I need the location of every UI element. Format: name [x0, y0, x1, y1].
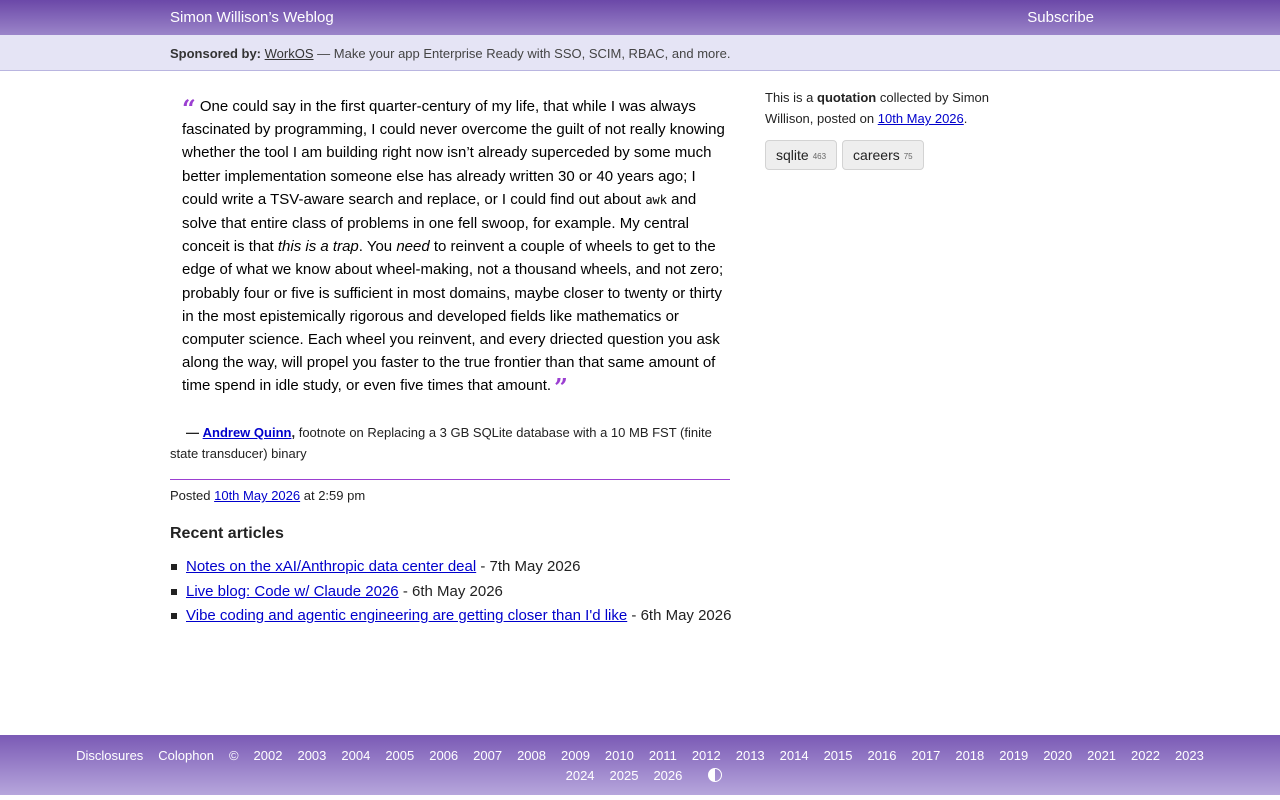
footer-link[interactable]: 2024 — [566, 768, 595, 783]
footer-link[interactable]: 2008 — [517, 748, 546, 763]
site-footer: Disclosures Colophon © 2002 2003 2004 2005 2006… — [0, 735, 1280, 795]
footer-link[interactable]: 2010 — [605, 748, 634, 763]
divider — [170, 479, 730, 480]
list-item: Live blog: Code w/ Claude 2026 - 6th May… — [171, 580, 734, 603]
tag-sqlite[interactable]: sqlite 463 — [765, 140, 838, 170]
footer-link[interactable]: 2021 — [1087, 748, 1116, 763]
site-header: Simon Willison’s Weblog Subscribe — [0, 0, 1280, 35]
footer-link[interactable]: 2022 — [1131, 748, 1160, 763]
sponsor-label: Sponsored by: — [170, 46, 262, 61]
sponsor-banner: Sponsored by: WorkOS — Make your app Ent… — [0, 35, 1280, 71]
citation-comma: , — [291, 425, 296, 440]
posted-line: Posted 10th May 2026 at 2:59 pm — [170, 488, 365, 503]
tag-list: sqlite 463 careers 75 — [765, 140, 929, 170]
meta-prefix: This is a — [765, 90, 814, 105]
footer-link[interactable]: © — [229, 748, 239, 763]
list-item: Notes on the xAI/Anthropic data center d… — [171, 555, 734, 578]
contrast-icon[interactable] — [707, 768, 722, 782]
posted-time: at 2:59 pm — [303, 488, 366, 503]
footer-link[interactable]: 2023 — [1175, 748, 1204, 763]
recent-article-date: - 6th May 2026 — [631, 607, 732, 624]
tag-careers[interactable]: careers 75 — [842, 140, 924, 170]
footer-link[interactable]: Colophon — [158, 748, 214, 763]
footer-link[interactable]: 2013 — [736, 748, 765, 763]
quote-code: awk — [645, 192, 668, 207]
citation-author-link[interactable]: Andrew Quinn — [203, 425, 292, 440]
footer-link[interactable]: 2004 — [341, 748, 370, 763]
sidebar-meta: This is a quotation collected by Simon W… — [765, 87, 1035, 129]
quotation: “One could say in the first quarter-cent… — [182, 94, 730, 400]
footer-link[interactable]: 2017 — [911, 748, 940, 763]
footer-link[interactable]: 2026 — [653, 768, 682, 783]
list-item: Vibe coding and agentic engineering are … — [171, 604, 734, 627]
recent-article-date: - 6th May 2026 — [402, 582, 503, 600]
recent-article-link[interactable]: Vibe coding and agentic engineering are … — [186, 607, 627, 624]
quote-text-4: to reinvent a couple of wheels to get to… — [182, 238, 724, 395]
footer-link[interactable]: 2012 — [692, 748, 721, 763]
citation-dash: — — [186, 425, 199, 440]
close-quote-icon: ” — [554, 373, 568, 403]
footer-link[interactable]: 2016 — [868, 748, 897, 763]
footer-link[interactable]: Disclosures — [76, 748, 143, 763]
meta-kind: quotation — [817, 90, 877, 105]
footer-link[interactable]: 2020 — [1043, 748, 1072, 763]
recent-articles-list: Notes on the xAI/Anthropic data center d… — [171, 555, 734, 629]
footer-links-row-2: 2024 2025 2026 — [0, 768, 1280, 783]
tag-count: 75 — [903, 152, 913, 161]
meta-suffix: . — [963, 111, 968, 126]
recent-article-date: - 7th May 2026 — [480, 558, 581, 575]
footer-links-row: Disclosures Colophon © 2002 2003 2004 2005 2006… — [0, 748, 1280, 763]
tag-name: sqlite — [776, 147, 809, 163]
subscribe-link[interactable]: Subscribe — [1027, 9, 1094, 26]
footer-link[interactable]: 2005 — [385, 748, 414, 763]
recent-article-link[interactable]: Live blog: Code w/ Claude 2026 — [186, 583, 399, 600]
tag-count: 463 — [812, 152, 827, 161]
footer-link[interactable]: 2009 — [561, 748, 590, 763]
tag-name: careers — [853, 147, 900, 163]
recent-article-link[interactable]: Notes on the xAI/Anthropic data center d… — [186, 558, 476, 575]
footer-link[interactable]: 2003 — [297, 748, 326, 763]
footer-link[interactable]: 2019 — [999, 748, 1028, 763]
footer-link[interactable]: 2018 — [955, 748, 984, 763]
footer-link[interactable]: 2006 — [429, 748, 458, 763]
posted-prefix: Posted — [170, 488, 211, 503]
quote-text-3: . You — [358, 238, 397, 256]
footer-link[interactable]: 2002 — [254, 748, 283, 763]
site-title-link[interactable]: Simon Willison’s Weblog — [170, 9, 334, 26]
posted-date-link[interactable]: 10th May 2026 — [214, 488, 300, 503]
quote-emphasis-1: this is a trap — [277, 238, 359, 256]
footer-link[interactable]: 2025 — [610, 768, 639, 783]
recent-articles-heading: Recent articles — [170, 525, 284, 542]
open-quote-icon: “ — [182, 94, 196, 123]
footer-link[interactable]: 2011 — [649, 748, 677, 763]
footer-link[interactable]: 2014 — [780, 748, 809, 763]
sponsor-text: — Make your app Enterprise Ready with SS… — [317, 46, 731, 61]
meta-date-link[interactable]: 10th May 2026 — [878, 111, 964, 126]
quote-text-1: One could say in the first quarter-centu… — [182, 98, 725, 208]
quote-emphasis-2: need — [396, 238, 430, 256]
footer-link[interactable]: 2007 — [473, 748, 502, 763]
sponsor-link[interactable]: WorkOS — [265, 46, 314, 61]
quote-citation: — Andrew Quinn, footnote on Replacing a … — [170, 422, 730, 464]
footer-link[interactable]: 2015 — [824, 748, 853, 763]
